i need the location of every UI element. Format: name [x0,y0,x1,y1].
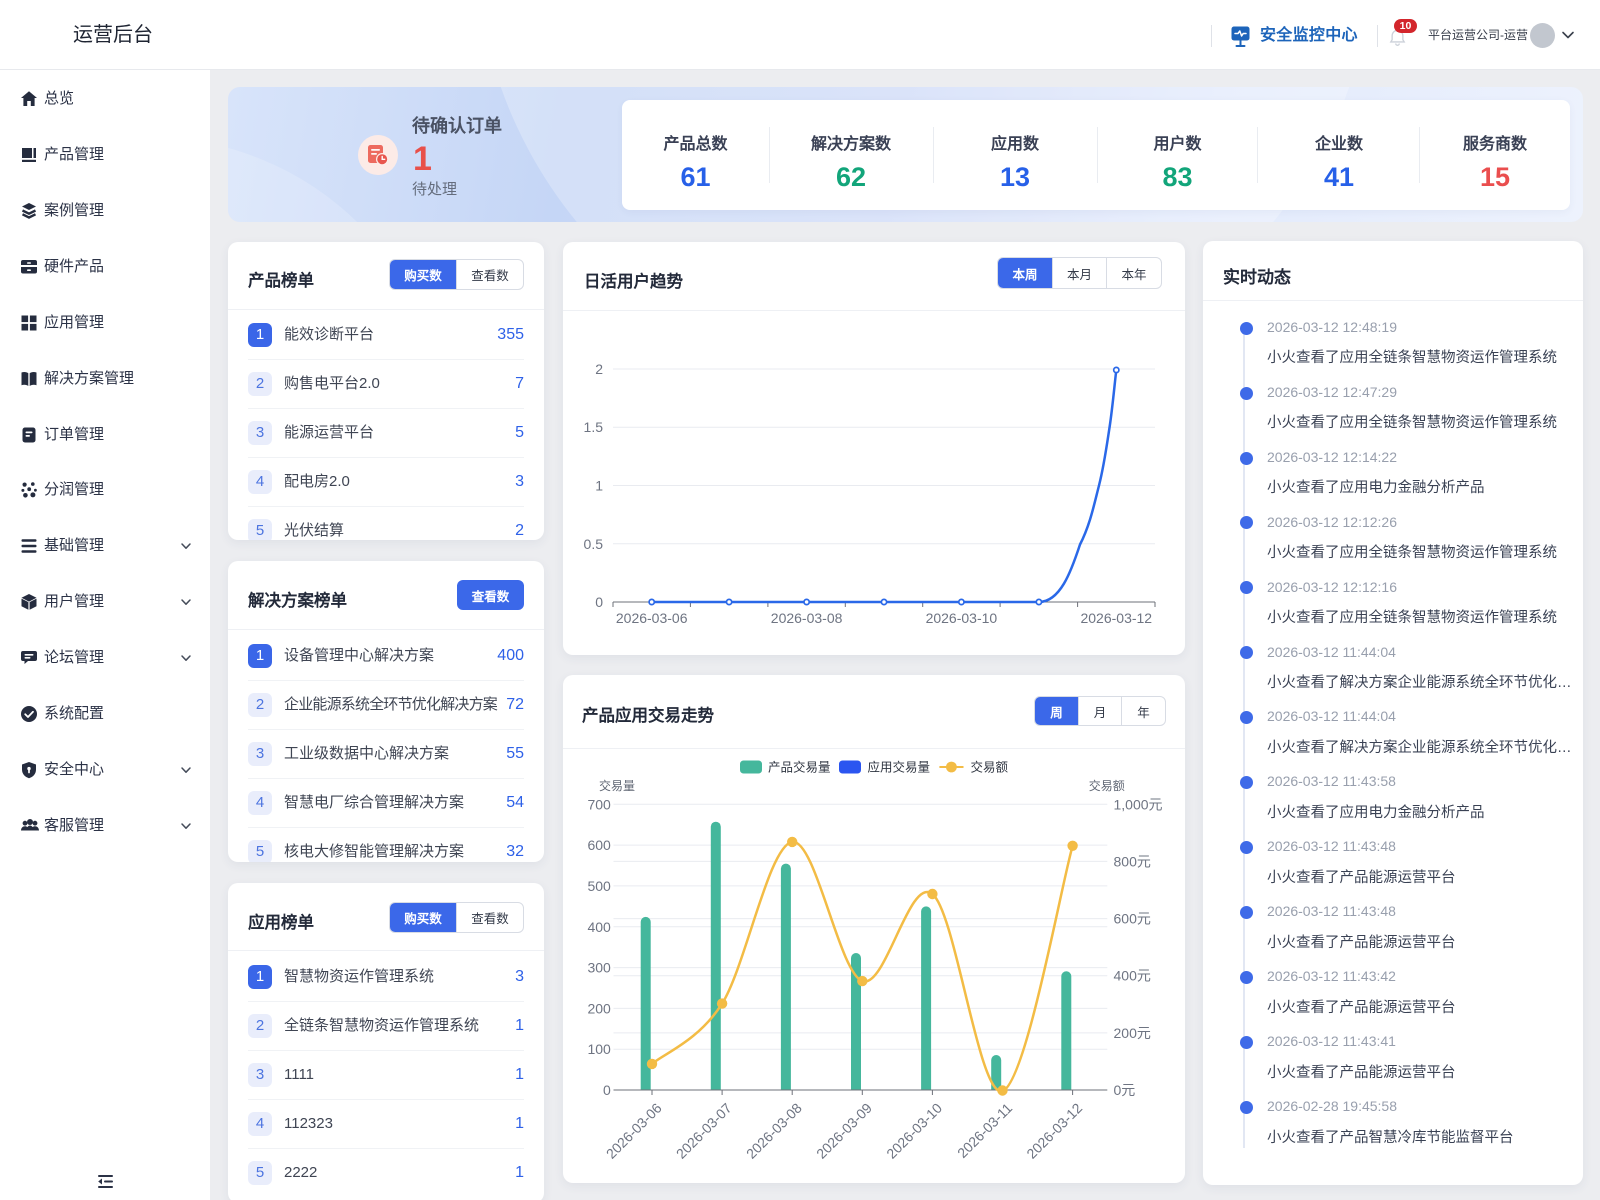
svg-text:2026-03-12: 2026-03-12 [1023,1100,1085,1162]
svg-text:产品交易量: 产品交易量 [768,760,831,775]
svg-text:2026-03-08: 2026-03-08 [743,1100,805,1162]
svg-text:2026-03-12: 2026-03-12 [1080,610,1152,626]
svg-text:400元: 400元 [1114,968,1151,984]
svg-text:0元: 0元 [1114,1082,1136,1098]
svg-text:2026-03-10: 2026-03-10 [883,1100,945,1162]
svg-text:0.5: 0.5 [584,536,604,552]
svg-text:2026-03-10: 2026-03-10 [926,610,998,626]
svg-text:1.5: 1.5 [584,419,604,435]
svg-text:700: 700 [587,796,611,812]
svg-text:2026-03-06: 2026-03-06 [616,610,688,626]
svg-text:800元: 800元 [1114,853,1151,869]
svg-text:100: 100 [587,1041,611,1057]
svg-text:2: 2 [595,361,603,377]
svg-text:2026-03-09: 2026-03-09 [813,1100,875,1162]
svg-text:交易额: 交易额 [971,760,1009,775]
svg-text:交易额: 交易额 [1089,778,1125,793]
svg-text:2026-03-11: 2026-03-11 [954,1100,1015,1161]
svg-text:600元: 600元 [1114,911,1151,927]
svg-text:2026-03-07: 2026-03-07 [673,1100,735,1162]
svg-text:200元: 200元 [1114,1025,1151,1041]
svg-text:300: 300 [587,960,611,976]
svg-text:500: 500 [587,878,611,894]
svg-text:应用交易量: 应用交易量 [868,760,931,775]
svg-text:1: 1 [595,478,603,494]
svg-text:交易量: 交易量 [599,778,635,793]
svg-text:600: 600 [587,837,611,853]
svg-text:0: 0 [603,1082,611,1098]
svg-text:1,000元: 1,000元 [1114,796,1163,812]
svg-text:200: 200 [587,1000,611,1016]
svg-text:400: 400 [587,919,611,935]
svg-text:2026-03-06: 2026-03-06 [603,1100,665,1162]
svg-text:2026-03-08: 2026-03-08 [771,610,843,626]
svg-text:0: 0 [595,594,603,610]
